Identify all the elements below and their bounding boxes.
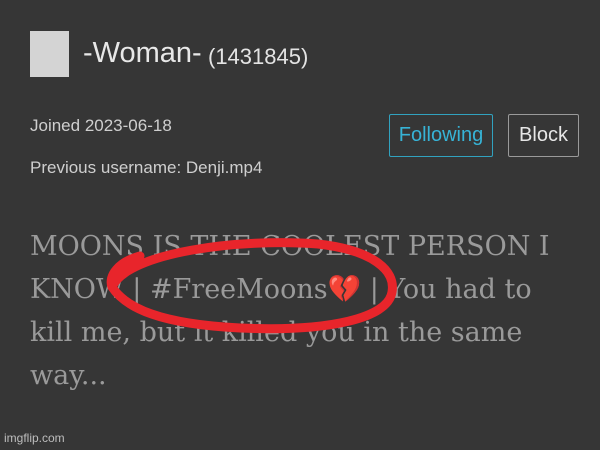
profile-screen: -Woman- (1431845) Joined 2023-06-18 Prev…: [0, 0, 600, 450]
bio-line: way...: [30, 360, 107, 391]
profile-user-id: (1431845): [208, 44, 309, 69]
joined-date: Joined 2023-06-18: [30, 116, 172, 135]
bio-line: KNOW | #FreeMoons💔 | You had to: [30, 274, 532, 305]
profile-username: -Woman-: [83, 37, 202, 69]
following-button[interactable]: Following: [389, 114, 493, 157]
avatar[interactable]: [30, 31, 69, 77]
profile-bio: MOONS IS THE COOLEST PERSON I KNOW | #Fr…: [30, 225, 590, 397]
watermark: imgflip.com: [4, 431, 65, 445]
block-button[interactable]: Block: [508, 114, 579, 157]
previous-username: Previous username: Denji.mp4: [30, 158, 263, 177]
bio-line: MOONS IS THE COOLEST PERSON I: [30, 231, 550, 262]
bio-line: kill me, but it killed you in the same: [30, 317, 523, 348]
